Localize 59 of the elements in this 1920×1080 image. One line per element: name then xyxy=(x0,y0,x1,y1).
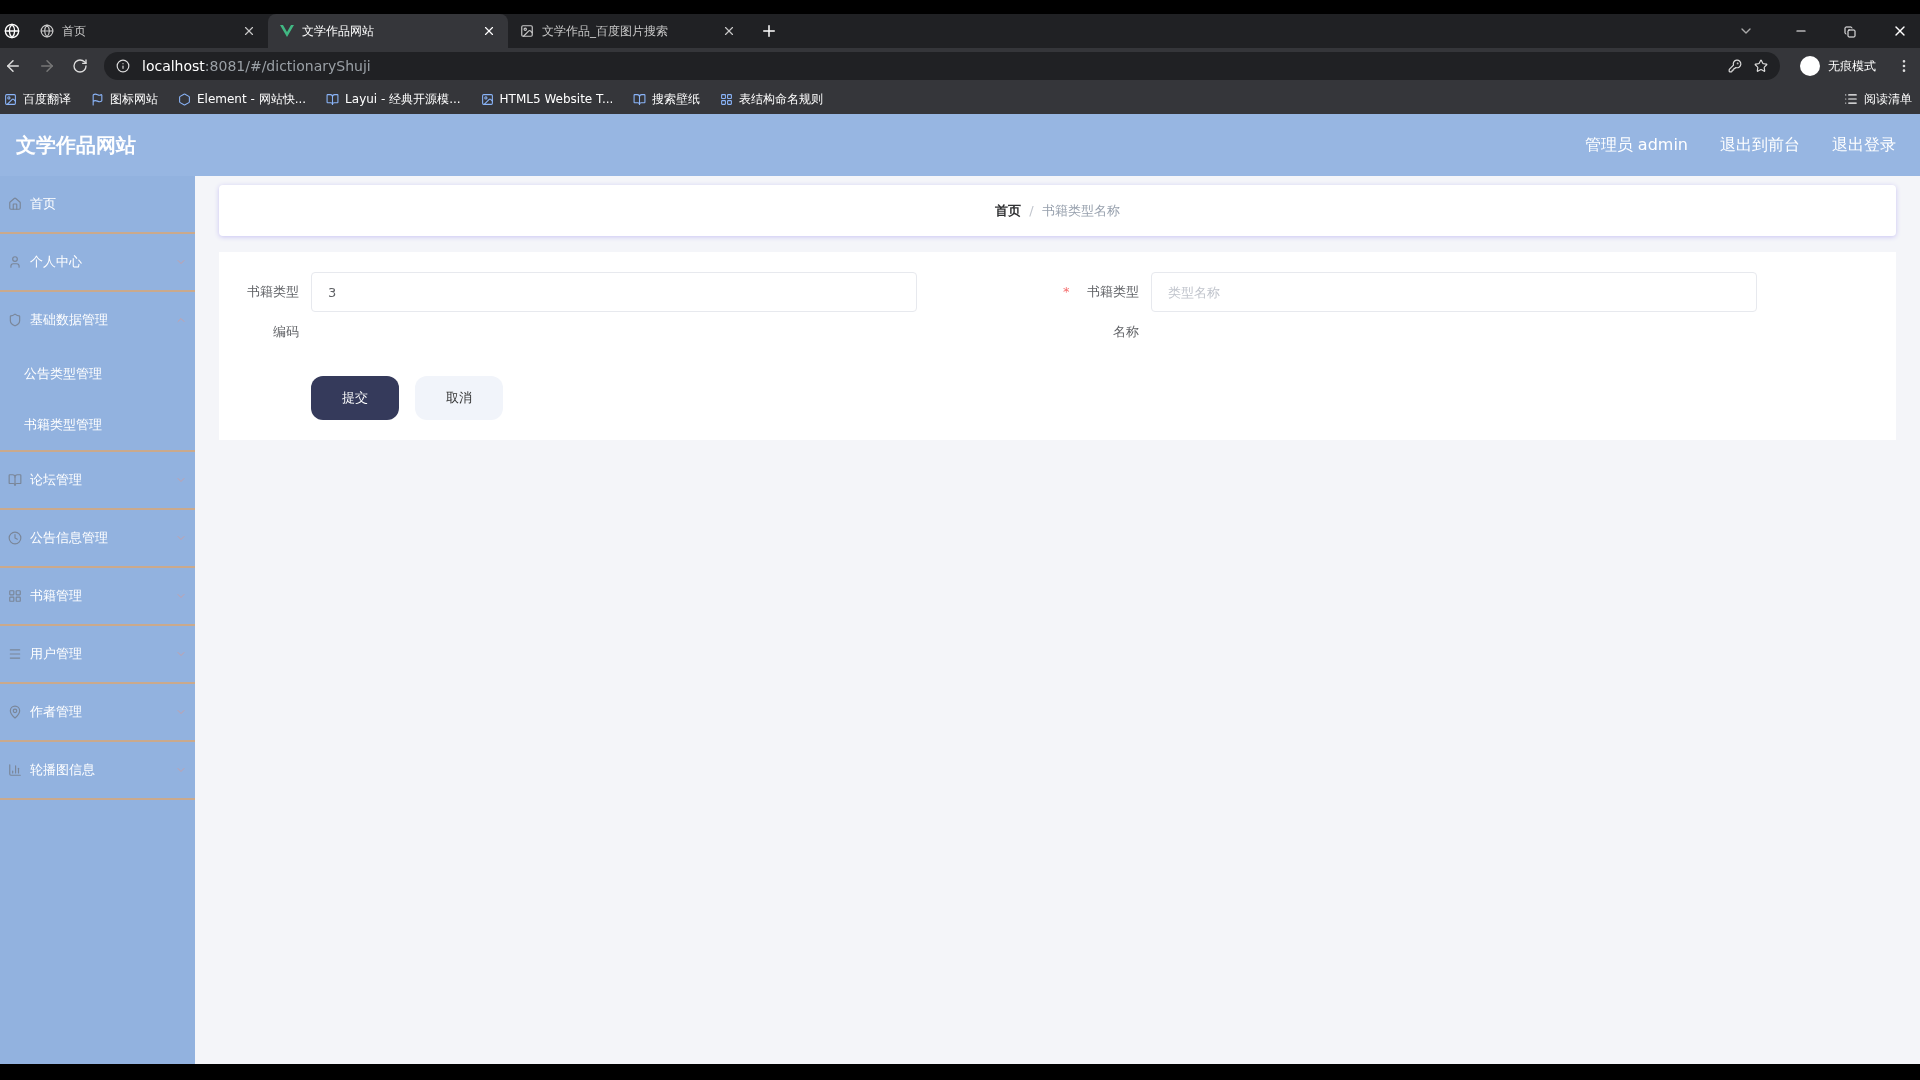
menu-item-icon xyxy=(8,255,22,269)
info-icon xyxy=(116,59,130,73)
back-icon[interactable] xyxy=(4,57,22,75)
bookmark-icon xyxy=(326,92,340,106)
close-icon[interactable] xyxy=(482,24,496,38)
reload-icon[interactable] xyxy=(72,58,88,74)
bookmark[interactable]: Element - 网站快... xyxy=(178,90,307,108)
new-tab-icon[interactable] xyxy=(760,22,778,40)
profile-chip[interactable]: 无痕模式 xyxy=(1796,56,1880,76)
bookmark[interactable]: Layui - 经典开源模... xyxy=(326,90,461,108)
browser-tab[interactable]: 文学作品网站 xyxy=(268,14,508,48)
image-icon xyxy=(520,24,534,38)
bookmark[interactable]: 搜索壁纸 xyxy=(633,90,701,108)
list-icon xyxy=(1844,92,1858,106)
forward-icon[interactable] xyxy=(38,57,56,75)
cancel-button[interactable]: 取消 xyxy=(415,376,503,420)
tab-title: 首页 xyxy=(62,23,87,40)
tab-title: 文学作品_百度图片搜索 xyxy=(542,23,669,40)
key-icon[interactable] xyxy=(1728,59,1742,73)
address-bar[interactable]: localhost:8081/#/dictionaryShuji xyxy=(104,52,1780,80)
bookmark[interactable]: 百度翻译 xyxy=(4,90,71,108)
required-mark: * xyxy=(1063,283,1070,301)
bookmark[interactable]: 表结构命名规则 xyxy=(720,90,824,108)
globe-icon[interactable] xyxy=(4,23,20,39)
globe-icon xyxy=(40,24,54,38)
bookmark[interactable]: 图标网站 xyxy=(91,90,158,108)
restore-icon[interactable] xyxy=(1844,26,1856,38)
bookmark-icon xyxy=(720,92,734,106)
menu-item-icon xyxy=(8,197,22,211)
menu-item-icon xyxy=(8,531,22,545)
site-title: 文学作品网站 xyxy=(16,132,137,159)
bookmark-icon xyxy=(4,92,17,106)
breadcrumb-link[interactable]: 首页 xyxy=(995,200,1022,221)
menu-item-icon xyxy=(8,763,22,777)
menu-item-icon xyxy=(8,313,22,327)
bookmark-icon xyxy=(91,92,104,106)
bookmark-icon xyxy=(178,92,191,106)
close-icon[interactable] xyxy=(242,24,256,38)
menu-item-icon xyxy=(8,647,22,661)
bookmark-icon xyxy=(633,92,647,106)
menu-item-icon xyxy=(8,705,22,719)
field-label: 书籍类型编码 xyxy=(246,283,300,341)
text-field[interactable]: 类型名称 xyxy=(1151,272,1757,312)
close-icon[interactable] xyxy=(722,24,736,38)
bookmark-icon xyxy=(480,92,494,106)
reading-list-button[interactable]: 阅读清单 xyxy=(1844,90,1912,108)
url-text: localhost:8081/#/dictionaryShuji xyxy=(142,56,372,76)
field-label: * 书籍类型名称 xyxy=(1059,272,1151,352)
tab-title: 文学作品网站 xyxy=(302,23,375,40)
bookmark[interactable]: HTML5 Website T... xyxy=(480,90,614,108)
menu-item-icon xyxy=(8,589,22,603)
v-logo-icon xyxy=(280,25,294,37)
browser-tab[interactable]: 首页 xyxy=(28,14,268,48)
text-field[interactable]: 3 xyxy=(311,272,917,312)
browser-tab[interactable]: 文学作品_百度图片搜索 xyxy=(508,14,748,48)
submit-button[interactable]: 提交 xyxy=(311,376,399,420)
breadcrumb-separator: / xyxy=(1029,201,1034,220)
menu-item-icon xyxy=(8,473,22,487)
star-icon[interactable] xyxy=(1754,59,1768,73)
